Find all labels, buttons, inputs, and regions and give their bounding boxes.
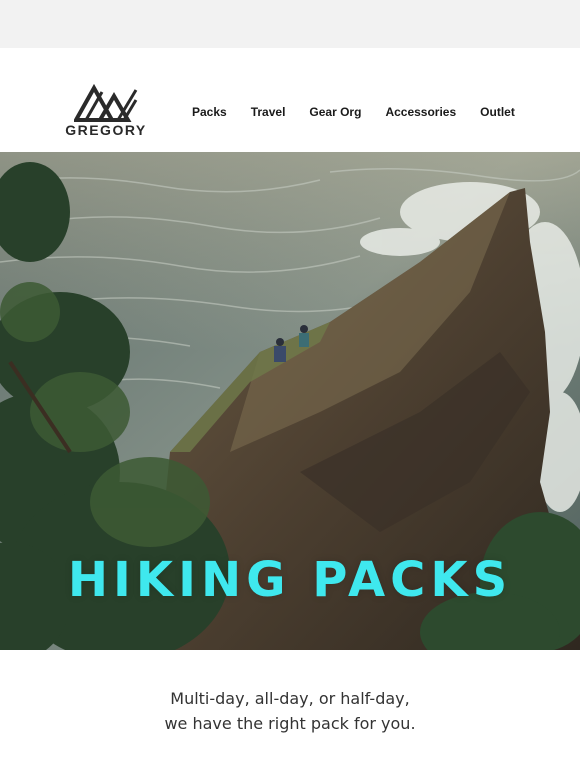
main-nav: Packs Travel Gear Org Accessories Outlet bbox=[180, 104, 527, 120]
tagline-line-2: we have the right pack for you. bbox=[164, 714, 416, 733]
nav-item-gear-org[interactable]: Gear Org bbox=[297, 104, 373, 120]
gregory-mountain-icon bbox=[74, 83, 138, 122]
brand-logo[interactable]: GREGORY bbox=[58, 82, 154, 142]
brand-wordmark: GREGORY bbox=[65, 122, 147, 138]
hero-banner[interactable]: HIKING PACKS bbox=[0, 152, 580, 650]
nav-item-accessories[interactable]: Accessories bbox=[373, 104, 468, 120]
email-header: GREGORY Packs Travel Gear Org Accessorie… bbox=[0, 48, 580, 152]
nav-item-packs[interactable]: Packs bbox=[180, 104, 239, 120]
tagline: Multi-day, all-day, or half-day, we have… bbox=[0, 686, 580, 736]
nav-item-travel[interactable]: Travel bbox=[239, 104, 298, 120]
preheader-band bbox=[0, 0, 580, 48]
nav-item-outlet[interactable]: Outlet bbox=[468, 104, 527, 120]
hero-headline: HIKING PACKS bbox=[67, 552, 513, 608]
tagline-line-1: Multi-day, all-day, or half-day, bbox=[170, 689, 410, 708]
